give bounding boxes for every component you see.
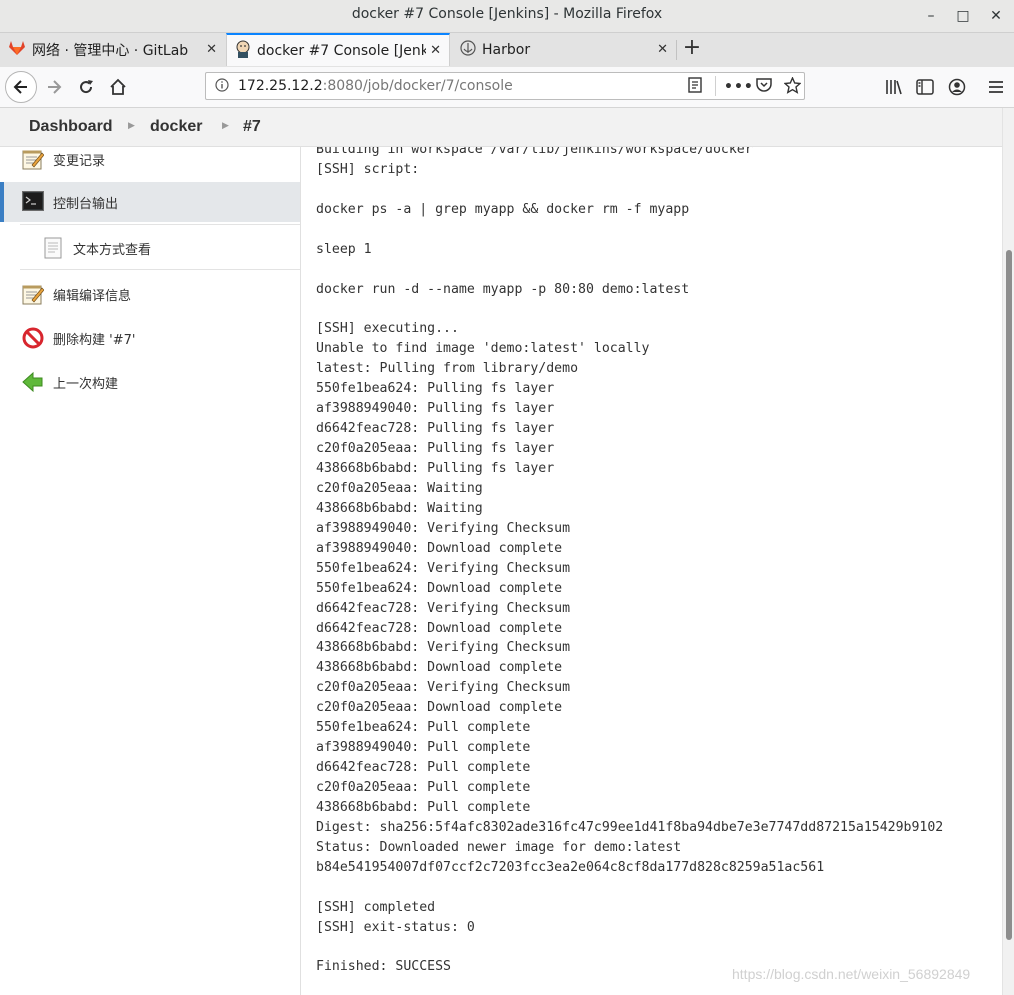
sidebar-item-label: 编辑编译信息 (53, 289, 132, 304)
harbor-icon (460, 39, 476, 60)
sidebar-item-label: 删除构建 '#7' (53, 333, 136, 348)
terminal-icon (22, 191, 44, 213)
breadcrumb-docker[interactable]: docker (150, 118, 202, 136)
gitlab-icon (8, 40, 26, 60)
sidebar-divider (20, 269, 300, 270)
new-tab-button[interactable]: + (680, 37, 704, 61)
jenkins-icon (235, 40, 251, 62)
account-button[interactable] (943, 73, 971, 101)
home-icon (109, 78, 127, 101)
minimize-button[interactable]: – (920, 5, 942, 27)
maximize-button[interactable]: □ (952, 5, 974, 27)
url-text[interactable]: 172.25.12.2:8080/job/docker/7/console (238, 78, 513, 94)
window-titlebar: docker #7 Console [Jenkins] - Mozilla Fi… (0, 0, 1014, 33)
window-title: docker #7 Console [Jenkins] - Mozilla Fi… (351, 6, 663, 22)
navigation-bar: 172.25.12.2:8080/job/docker/7/console ••… (0, 67, 1014, 108)
arrow-right-icon (45, 80, 63, 101)
scrollbar-thumb[interactable] (1006, 250, 1012, 940)
sidebar-icon (916, 79, 934, 100)
page-actions-icon[interactable]: ••• (724, 77, 753, 97)
menu-button[interactable] (982, 73, 1010, 101)
tab-separator (676, 40, 677, 60)
hamburger-menu-icon (988, 79, 1004, 99)
tab-gitlab[interactable]: 网络 · 管理中心 · GitLab ✕ (0, 33, 225, 66)
forward-button[interactable] (40, 73, 68, 101)
sidebar-toggle-button[interactable] (911, 73, 939, 101)
sidebar-item-label: 变更记录 (53, 154, 106, 169)
url-path: :8080/job/docker/7/console (322, 78, 513, 94)
reload-button[interactable] (72, 73, 100, 101)
bookmark-star-icon[interactable] (782, 76, 802, 97)
breadcrumb-dashboard[interactable]: Dashboard (29, 118, 113, 136)
tab-jenkins-console[interactable]: docker #7 Console [Jenkins] ✕ (226, 33, 450, 66)
close-tab-icon[interactable]: ✕ (206, 42, 217, 57)
window-close-button[interactable]: ✕ (985, 5, 1007, 27)
watermark: https://blog.csdn.net/weixin_56892849 (732, 966, 971, 982)
sidebar-item-label: 控制台输出 (53, 197, 119, 212)
breadcrumb-build[interactable]: #7 (243, 118, 261, 136)
sidebar-item-delete-build[interactable]: 删除构建 '#7' (0, 318, 300, 358)
info-icon[interactable] (214, 78, 230, 94)
sidebar-item-label: 上一次构建 (53, 377, 119, 392)
reader-view-icon[interactable] (685, 77, 705, 97)
arrow-left-icon (22, 371, 44, 393)
home-button[interactable] (104, 73, 132, 101)
back-button[interactable] (5, 71, 37, 103)
url-bar[interactable]: 172.25.12.2:8080/job/docker/7/console ••… (205, 72, 805, 100)
console-output: Building in workspace /var/lib/jenkins/w… (316, 147, 1002, 995)
document-icon (44, 237, 66, 259)
tab-label: docker #7 Console [Jenkins] (257, 42, 427, 59)
breadcrumb-separator-icon[interactable]: ▶ (222, 120, 229, 131)
no-entry-icon (22, 327, 44, 349)
library-icon (885, 80, 903, 100)
arrow-left-icon (12, 80, 30, 101)
sidebar-item-view-as-plain-text[interactable]: 文本方式查看 (0, 228, 300, 268)
tab-label: Harbor (482, 41, 531, 58)
library-button[interactable] (880, 73, 908, 101)
sidebar: 变更记录 控制台输出 文本方式查看 编辑编译信息 删除构建 '#7' 上一次构建 (0, 147, 301, 995)
url-separator (715, 76, 716, 96)
breadcrumb-separator-icon[interactable]: ▶ (128, 120, 135, 131)
sidebar-divider (20, 224, 300, 225)
url-host: 172.25.12.2 (238, 78, 323, 94)
sidebar-item-previous-build[interactable]: 上一次构建 (0, 362, 300, 402)
scrollbar[interactable] (1002, 108, 1014, 995)
sidebar-item-changes[interactable]: 变更记录 (0, 139, 300, 179)
reload-icon (77, 80, 95, 101)
notepad-icon (22, 148, 45, 170)
sidebar-item-edit-build-info[interactable]: 编辑编译信息 (0, 274, 300, 314)
tab-harbor[interactable]: Harbor ✕ (452, 33, 676, 66)
sidebar-item-label: 文本方式查看 (73, 243, 152, 258)
tab-strip: 网络 · 管理中心 · GitLab ✕ docker #7 Console [… (0, 33, 1014, 67)
console-text: Building in workspace /var/lib/jenkins/w… (316, 147, 944, 975)
close-tab-icon[interactable]: ✕ (430, 43, 441, 58)
tab-label: 网络 · 管理中心 · GitLab (32, 42, 189, 59)
notepad-icon (22, 283, 45, 305)
sidebar-item-console-output[interactable]: 控制台输出 (0, 182, 300, 222)
account-icon (948, 78, 966, 101)
close-tab-icon[interactable]: ✕ (657, 42, 668, 57)
pocket-icon[interactable] (754, 77, 774, 97)
